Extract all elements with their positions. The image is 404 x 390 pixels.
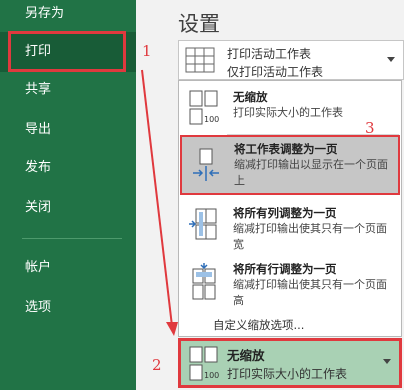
scaling-current-label: 无缩放 xyxy=(227,348,265,363)
option-title: 将所有行调整为一页 xyxy=(233,262,337,276)
option-desc: 缩减打印输出使其只有一个页面高 xyxy=(233,278,387,307)
scaling-dropdown-list: 100 无缩放 打印实际大小的工作表 将工作表调整为一页 缩减打印输出以显示在一… xyxy=(178,80,402,337)
settings-title: 设置 xyxy=(178,12,220,36)
scaling-current-desc: 打印实际大小的工作表 xyxy=(227,367,348,381)
print-what-dropdown[interactable]: 打印活动工作表 仅打印活动工作表 xyxy=(178,40,404,80)
svg-text:100: 100 xyxy=(204,115,219,124)
step-3-label: 3 xyxy=(365,119,375,137)
print-what-label: 打印活动工作表 xyxy=(227,47,312,61)
nav-options[interactable]: 选项 xyxy=(0,288,136,328)
nav-export[interactable]: 导出 xyxy=(0,110,136,150)
page-100-icon: 100 xyxy=(189,90,219,125)
option-desc: 缩减打印输出使其只有一个页面宽 xyxy=(233,222,387,251)
nav-divider xyxy=(22,238,122,239)
option-title: 将所有列调整为一页 xyxy=(233,206,337,220)
fit-columns-icon xyxy=(189,208,217,240)
nav-share[interactable]: 共享 xyxy=(0,70,136,110)
custom-scaling-link[interactable]: 自定义缩放选项... xyxy=(213,317,304,333)
sheet-grid-icon xyxy=(185,47,215,73)
step-2-label: 2 xyxy=(152,356,162,374)
step-1-label: 1 xyxy=(142,42,152,60)
fit-sheet-icon xyxy=(193,148,219,181)
page-100-icon: 100 xyxy=(189,346,219,381)
chevron-down-icon xyxy=(383,359,391,364)
scaling-option-fit-columns[interactable]: 将所有列调整为一页 缩减打印输出使其只有一个页面宽 xyxy=(179,199,401,255)
nav-publish[interactable]: 发布 xyxy=(0,148,136,188)
scaling-dropdown[interactable]: 100 无缩放 打印实际大小的工作表 xyxy=(178,338,402,388)
nav-save-as[interactable]: 另存为 xyxy=(0,0,136,30)
nav-account[interactable]: 帐户 xyxy=(0,248,136,288)
option-desc: 缩减打印输出以显示在一个页面上 xyxy=(234,158,388,187)
nav-close[interactable]: 关闭 xyxy=(0,188,136,228)
fit-rows-icon xyxy=(192,263,216,300)
scaling-option-fit-sheet[interactable]: 将工作表调整为一页 缩减打印输出以显示在一个页面上 xyxy=(180,135,400,195)
print-what-desc: 仅打印活动工作表 xyxy=(227,65,324,79)
scaling-option-fit-rows[interactable]: 将所有行调整为一页 缩减打印输出使其只有一个页面高 xyxy=(179,255,401,313)
option-title: 将工作表调整为一页 xyxy=(234,142,338,156)
print-highlight-box xyxy=(8,31,126,72)
svg-text:100: 100 xyxy=(204,371,219,380)
option-title: 无缩放 xyxy=(233,90,268,104)
chevron-down-icon xyxy=(387,57,395,62)
